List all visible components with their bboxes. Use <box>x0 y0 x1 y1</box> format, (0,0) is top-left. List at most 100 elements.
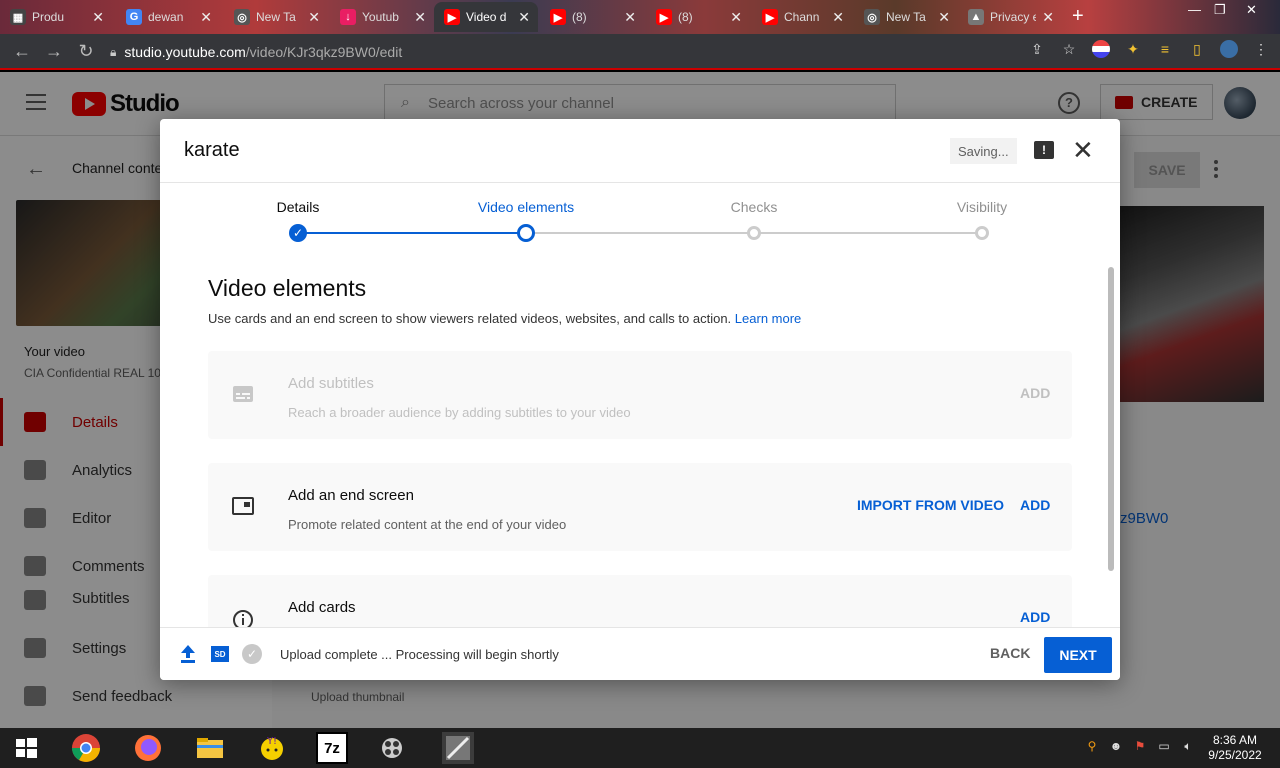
check-icon[interactable]: ✓ <box>289 224 307 242</box>
google-icon: G <box>126 9 142 25</box>
card-title: Add cards <box>288 599 356 616</box>
back-icon[interactable]: ← <box>6 41 38 62</box>
tab-close-icon[interactable]: ✕ <box>832 9 844 26</box>
side-panel-icon[interactable]: ▯ <box>1188 40 1206 58</box>
learn-more-link[interactable]: Learn more <box>735 311 801 326</box>
step-video-elements-label[interactable]: Video elements <box>478 199 574 215</box>
file-explorer-icon[interactable] <box>194 732 226 764</box>
extensions-puzzle-icon[interactable]: ✦ <box>1124 40 1142 58</box>
tab-title: (8) <box>678 10 693 24</box>
cards-card: Add cards ADD <box>208 575 1072 627</box>
browser-tab-3[interactable]: ↓ Youtub ✕ <box>330 2 434 32</box>
section-desc-text: Use cards and an end screen to show view… <box>208 311 732 326</box>
step-current-dot[interactable] <box>517 224 535 242</box>
browser-tab-6[interactable]: ▶ (8) ✕ <box>646 2 750 32</box>
tab-favicon-icon: ▦ <box>10 9 26 25</box>
chrome-icon[interactable] <box>70 732 102 764</box>
reload-icon[interactable]: ↻ <box>70 41 102 62</box>
youtube-icon: ▶ <box>550 9 566 25</box>
restore-icon[interactable]: ❐ <box>1214 2 1226 18</box>
tab-close-icon[interactable]: ✕ <box>414 9 426 26</box>
forward-icon[interactable]: → <box>38 41 70 62</box>
browser-tab-2[interactable]: ◎ New Ta ✕ <box>224 2 328 32</box>
report-feedback-icon[interactable]: ! <box>1034 141 1054 159</box>
browser-tab-8[interactable]: ◎ New Ta ✕ <box>854 2 958 32</box>
tab-close-icon[interactable]: ✕ <box>938 9 950 26</box>
dialog-scrollbar[interactable] <box>1108 267 1114 571</box>
window-close-icon[interactable]: ✕ <box>1246 2 1257 18</box>
volume-icon[interactable]: 🔈︎ <box>1180 738 1196 754</box>
next-button[interactable]: NEXT <box>1044 637 1112 673</box>
tab-title: Produ <box>32 10 65 24</box>
upload-status-text: Upload complete ... Processing will begi… <box>280 647 559 662</box>
tab-close-icon[interactable]: ✕ <box>92 9 104 26</box>
tab-close-icon[interactable]: ✕ <box>200 9 212 26</box>
youtube-icon: ▶ <box>762 9 778 25</box>
step-checks-label[interactable]: Checks <box>731 199 778 215</box>
import-from-video-button[interactable]: IMPORT FROM VIDEO <box>857 497 1004 513</box>
subtitles-icon <box>233 386 253 402</box>
address-bar[interactable]: 🔒︎ studio.youtube.com/video/KJr3qkz9BW0/… <box>110 38 1050 66</box>
dialog-header: karate Saving... ! ✕ <box>160 119 1120 183</box>
flag-tray-icon[interactable]: ⚑ <box>1132 738 1148 754</box>
network-icon[interactable]: ▭ <box>1156 738 1172 754</box>
sd-badge-icon: SD <box>211 646 229 662</box>
url-path: /video/KJr3qkz9BW0/edit <box>245 44 403 60</box>
dialog-footer: SD ✓ Upload complete ... Processing will… <box>160 627 1120 680</box>
7zip-icon[interactable]: 7z <box>316 732 348 764</box>
messenger-tray-icon[interactable]: ☻ <box>1108 738 1124 754</box>
tab-close-icon[interactable]: ✕ <box>730 9 742 26</box>
new-tab-icon[interactable]: + <box>1072 5 1084 28</box>
tab-title: Privacy error <box>990 10 1037 24</box>
browser-tab-strip: ▦ Produ ✕ G dewan ✕ ◎ New Ta ✕ ↓ Youtub … <box>0 0 1280 34</box>
step-future-dot[interactable] <box>747 226 761 240</box>
browser-menu-icon[interactable]: ⋮ <box>1252 40 1270 58</box>
system-tray: ⚲ ☻ ⚑ ▭ 🔈︎ <box>1084 738 1196 754</box>
tab-close-icon[interactable]: ✕ <box>518 9 530 26</box>
section-description: Use cards and an end screen to show view… <box>208 311 801 326</box>
yahoo-messenger-icon[interactable]: Y! <box>256 732 288 764</box>
video-tool-icon[interactable] <box>378 732 410 764</box>
subtitles-card: Add subtitles Reach a broader audience b… <box>208 351 1072 439</box>
chrome-icon: ◎ <box>864 9 880 25</box>
profile-avatar-icon[interactable] <box>1220 40 1238 58</box>
close-icon[interactable]: ✕ <box>1072 135 1094 165</box>
step-future-dot[interactable] <box>975 226 989 240</box>
firefox-icon[interactable] <box>132 732 164 764</box>
tab-close-icon[interactable]: ✕ <box>1042 9 1054 26</box>
lock-icon: 🔒︎ <box>110 44 117 59</box>
tab-close-icon[interactable]: ✕ <box>308 9 320 26</box>
add-end-screen-button[interactable]: ADD <box>1020 497 1050 513</box>
step-visibility-label[interactable]: Visibility <box>957 199 1007 215</box>
saving-status: Saving... <box>950 138 1017 164</box>
share-icon[interactable]: ⇪ <box>1028 40 1046 58</box>
checks-status-icon: ✓ <box>242 644 262 664</box>
system-clock[interactable]: 8:36 AM 9/25/2022 <box>1200 733 1270 763</box>
browser-tab-1[interactable]: G dewan ✕ <box>116 2 220 32</box>
tab-close-icon[interactable]: ✕ <box>624 9 636 26</box>
browser-tab-7[interactable]: ▶ Chann ✕ <box>752 2 852 32</box>
browser-tab-0[interactable]: ▦ Produ ✕ <box>0 2 112 32</box>
search-tray-icon[interactable]: ⚲ <box>1084 738 1100 754</box>
extension-flag-icon[interactable] <box>1092 40 1110 58</box>
browser-tab-5[interactable]: ▶ (8) ✕ <box>540 2 644 32</box>
svg-text:Y!: Y! <box>266 736 277 747</box>
dialog-body: Video elements Use cards and an end scre… <box>160 253 1120 627</box>
windows-start-icon[interactable] <box>10 732 42 764</box>
browser-tab-9[interactable]: ▲ Privacy error ✕ <box>958 2 1062 32</box>
add-cards-button[interactable]: ADD <box>1020 609 1050 625</box>
media-controls-icon[interactable]: ≡ <box>1156 40 1174 58</box>
tab-title: New Ta <box>886 10 926 24</box>
dialog-title: karate <box>184 139 240 161</box>
add-subtitles-button[interactable]: ADD <box>1020 385 1050 401</box>
back-button[interactable]: BACK <box>990 645 1030 661</box>
browser-tab-active[interactable]: ▶ Video d ✕ <box>434 2 538 32</box>
card-description: Reach a broader audience by adding subti… <box>288 405 631 420</box>
upload-icon <box>181 645 195 663</box>
bookmark-star-icon[interactable]: ☆ <box>1060 40 1078 58</box>
video-upload-dialog: karate Saving... ! ✕ Details Video eleme… <box>160 119 1120 680</box>
tab-title: Chann <box>784 10 820 24</box>
media-app-icon[interactable] <box>442 732 474 764</box>
minimize-icon[interactable]: — <box>1188 2 1201 17</box>
step-details-label[interactable]: Details <box>277 199 320 215</box>
